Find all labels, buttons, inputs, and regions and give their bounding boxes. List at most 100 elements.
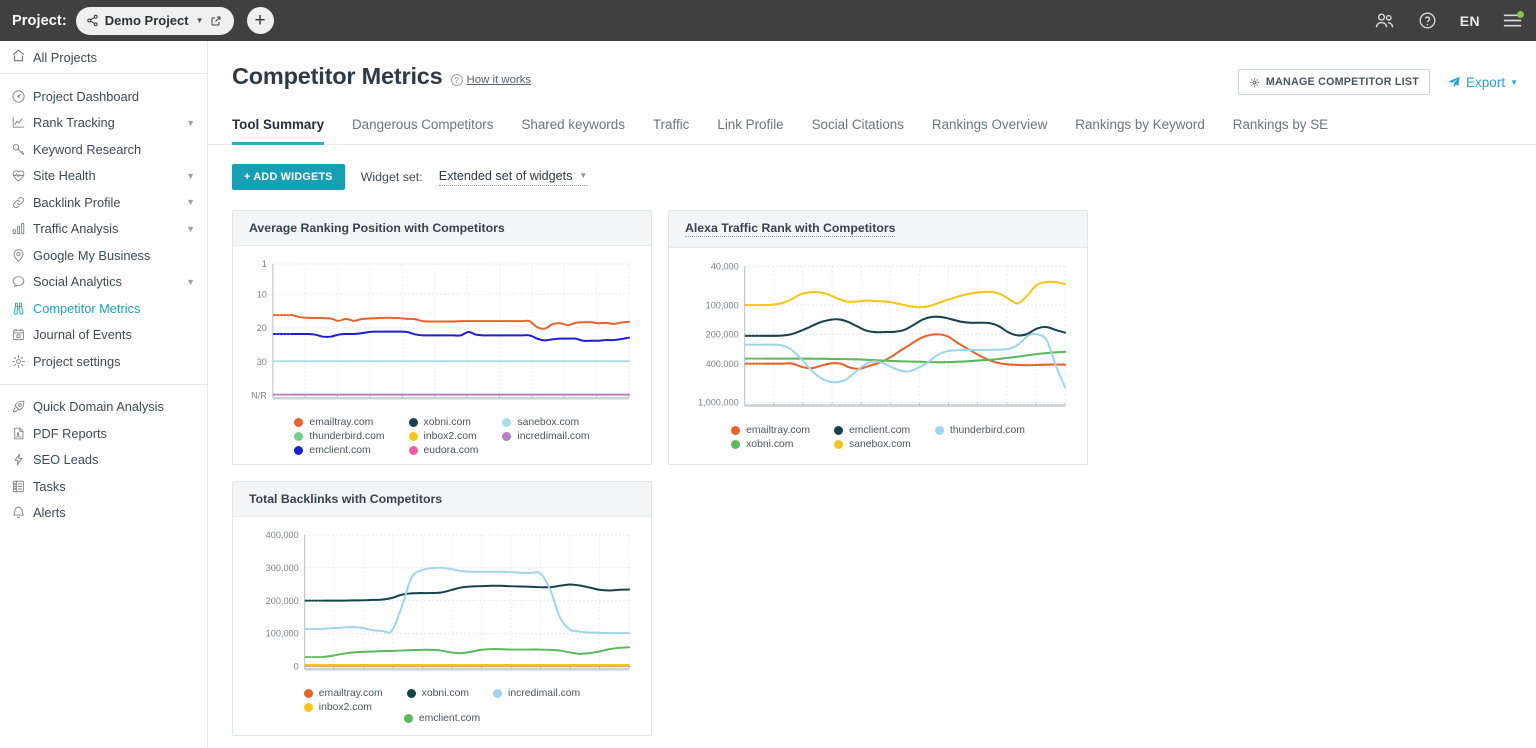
tab-dangerous-competitors[interactable]: Dangerous Competitors (338, 117, 507, 144)
legend-item[interactable]: xobni.com (406, 688, 470, 700)
legend-color-dot (834, 440, 843, 449)
sidebar-item-social-analytics[interactable]: Social Analytics ▼ (0, 269, 207, 296)
sidebar-item-label: All Projects (33, 49, 98, 65)
tab-tool-summary[interactable]: Tool Summary (232, 117, 338, 145)
sidebar-item-project-dashboard[interactable]: Project Dashboard (0, 83, 207, 110)
export-button[interactable]: Export ▼ (1447, 75, 1518, 90)
page-title: Competitor Metrics (232, 63, 443, 89)
tab-link-profile[interactable]: Link Profile (703, 117, 797, 144)
sidebar-item-label: Social Analytics (33, 274, 122, 290)
sidebar-item-label: Tasks (33, 478, 66, 494)
tab-shared-keywords[interactable]: Shared keywords (507, 117, 638, 144)
external-link-icon[interactable] (210, 15, 222, 27)
legend-item[interactable]: emailtray.com (731, 425, 810, 436)
help-icon[interactable] (1418, 11, 1437, 30)
sidebar-item-site-health[interactable]: Site Health ▼ (0, 163, 207, 190)
sidebar-item-competitor-metrics[interactable]: Competitor Metrics (0, 295, 207, 322)
legend-item[interactable]: incredimail.com (502, 431, 590, 442)
svg-text:40,000: 40,000 (711, 261, 739, 271)
legend-label: xobni.com (421, 688, 470, 700)
widget-body: 1 10 20 30 N/R emailtray.com thunderbird.com em… (233, 246, 651, 464)
tab-rankings-by-se[interactable]: Rankings by SE (1219, 117, 1342, 144)
legend-item[interactable]: sanebox.com (502, 417, 589, 428)
sidebar-item-rank-tracking[interactable]: Rank Tracking ▼ (0, 110, 207, 137)
sidebar-item-pdf-reports[interactable]: PDF Reports (0, 420, 207, 447)
legend-label: xobni.com (746, 439, 794, 450)
sidebar-item-backlink-profile[interactable]: Backlink Profile ▼ (0, 189, 207, 216)
svg-text:400,000: 400,000 (706, 359, 739, 369)
sidebar-item-keyword-research[interactable]: Keyword Research (0, 136, 207, 163)
widget-set-value: Extended set of widgets (438, 168, 573, 183)
legend-item[interactable]: thunderbird.com (934, 425, 1025, 436)
chevron-down-icon[interactable]: ▼ (186, 277, 195, 287)
legend-item[interactable]: xobni.com (731, 439, 810, 450)
rocket-icon (11, 399, 33, 414)
project-label: Project: (12, 12, 67, 29)
language-selector[interactable]: EN (1460, 13, 1480, 29)
tab-social-citations[interactable]: Social Citations (798, 117, 918, 144)
header-actions: MANAGE COMPETITOR LIST Export ▼ (1237, 63, 1518, 95)
chart-legend: emailtray.com thunderbird.com emclient.com… (243, 413, 641, 464)
widget-set-select[interactable]: Extended set of widgets ▼ (438, 168, 588, 186)
heartbeat-icon (11, 168, 33, 183)
how-it-works-link[interactable]: ? How it works (450, 74, 532, 86)
widget-avg-ranking: Average Ranking Position with Competitor… (232, 210, 652, 465)
tab-rankings-overview[interactable]: Rankings Overview (918, 117, 1061, 144)
tab-traffic[interactable]: Traffic (639, 117, 703, 144)
users-icon[interactable] (1374, 12, 1395, 29)
legend-color-dot (502, 432, 512, 442)
sidebar-item-quick-domain-analysis[interactable]: Quick Domain Analysis (0, 394, 207, 421)
legend-color-dot (294, 418, 304, 428)
legend-item[interactable]: inbox2.com (408, 431, 479, 442)
legend-item[interactable]: emailtray.com (303, 688, 383, 699)
sidebar-item-traffic-analysis[interactable]: Traffic Analysis ▼ (0, 216, 207, 243)
chevron-down-icon[interactable]: ▼ (186, 224, 195, 234)
sidebar-item-all-projects[interactable]: All Projects (0, 41, 207, 73)
sidebar-item-tasks[interactable]: Tasks (0, 473, 207, 500)
add-project-button[interactable]: + (246, 7, 274, 34)
chevron-down-icon[interactable]: ▼ (186, 118, 195, 128)
manage-competitor-list-button[interactable]: MANAGE COMPETITOR LIST (1237, 69, 1431, 95)
legend-label: xobni.com (423, 417, 471, 429)
chart-alexa-rank[interactable]: 40,000 100,000 200,000 400,000 1,000,000 (679, 256, 1077, 421)
legend-color-dot (408, 432, 418, 442)
legend-column: emclient.com sanebox.com (834, 425, 911, 450)
legend-item[interactable]: inbox2.com (303, 702, 383, 713)
hamburger-icon[interactable] (1503, 11, 1524, 28)
legend-item[interactable]: xobni.com (408, 417, 479, 429)
export-label: Export (1466, 74, 1506, 90)
chevron-down-icon[interactable]: ▼ (186, 171, 195, 181)
legend-item[interactable]: emclient.com (294, 445, 384, 456)
sidebar-item-seo-leads[interactable]: SEO Leads (0, 447, 207, 474)
notification-dot (1517, 11, 1524, 18)
chevron-down-icon: ▼ (579, 171, 588, 180)
legend-item[interactable]: eudora.com (408, 445, 478, 456)
legend-label: emclient.com (849, 425, 911, 436)
how-it-works-label: How it works (466, 74, 532, 86)
svg-text:1,000,000: 1,000,000 (698, 398, 739, 408)
chart-legend: emailtray.com inbox2.com xobni.com incredim… (243, 684, 641, 732)
legend-item[interactable]: emclient.com (403, 713, 480, 724)
chart-total-backlinks[interactable]: 400,000 300,000 200,000 100,000 0 (243, 525, 641, 684)
legend-label: sanebox.com (849, 439, 911, 450)
legend-color-dot (303, 703, 313, 713)
chevron-down-icon[interactable]: ▼ (186, 197, 195, 207)
question-mark-icon: ? (450, 74, 463, 86)
sidebar-item-journal-of-events[interactable]: Journal of Events (0, 322, 207, 349)
legend-item[interactable]: emailtray.com (294, 417, 384, 428)
sidebar: All Projects Project Dashboard Rank Track… (0, 41, 208, 748)
tab-rankings-by-keyword[interactable]: Rankings by Keyword (1061, 117, 1219, 144)
sidebar-item-project-settings[interactable]: Project settings (0, 348, 207, 375)
widget-set-label: Widget set: (360, 170, 423, 184)
chart-avg-ranking[interactable]: 1 10 20 30 N/R (243, 254, 641, 413)
chart-line-icon (11, 115, 33, 130)
legend-item[interactable]: incredimail.com (493, 688, 580, 699)
legend-item[interactable]: emclient.com (834, 425, 911, 436)
add-widgets-button[interactable]: + ADD WIDGETS (232, 164, 345, 190)
bell-icon (11, 505, 33, 520)
legend-item[interactable]: thunderbird.com (294, 431, 385, 442)
project-selector[interactable]: Demo Project ▼ (75, 6, 234, 35)
sidebar-item-alerts[interactable]: Alerts (0, 500, 207, 527)
sidebar-item-google-my-business[interactable]: Google My Business (0, 242, 207, 269)
legend-item[interactable]: sanebox.com (834, 439, 911, 450)
